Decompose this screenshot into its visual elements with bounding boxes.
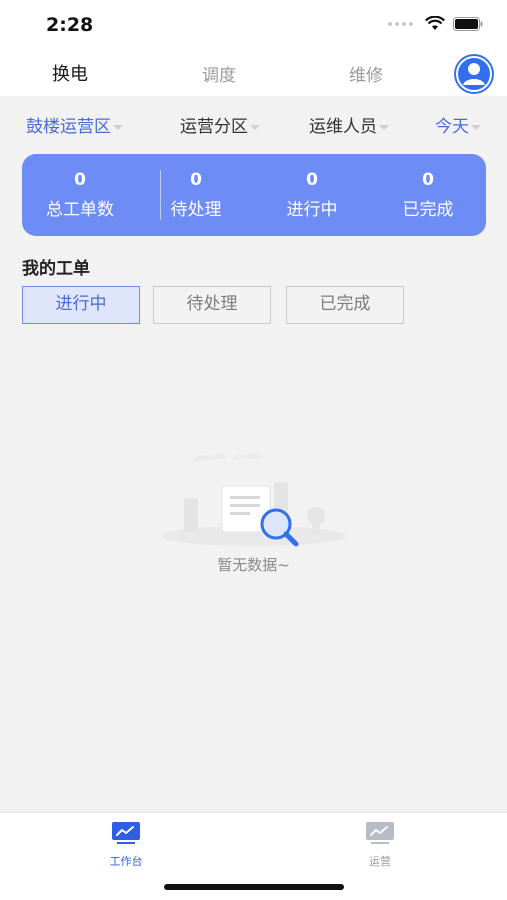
stat-value: 0 — [190, 170, 202, 190]
battery-icon — [453, 16, 483, 31]
bottom-tab-label: 运营 — [369, 855, 391, 868]
segment-pending[interactable]: 待处理 — [153, 286, 271, 324]
filter-sub-area[interactable]: 运营分区 — [180, 112, 260, 137]
status-bar: 2:28 — [0, 0, 507, 48]
operations-chart-icon — [365, 821, 395, 845]
chevron-down-icon — [113, 124, 123, 130]
stat-completed[interactable]: 0 已完成 — [370, 170, 486, 220]
chevron-down-icon — [379, 124, 389, 130]
stat-total-orders[interactable]: 0 总工单数 — [22, 170, 138, 220]
wifi-icon — [425, 16, 445, 30]
segment-in-progress[interactable]: 进行中 — [22, 286, 140, 324]
stat-value: 0 — [74, 170, 86, 190]
tab-dispatch[interactable]: 调度 — [202, 61, 236, 86]
top-nav: 换电 调度 维修 — [0, 48, 507, 96]
segment-completed[interactable]: 已完成 — [286, 286, 404, 324]
bottom-tab-label: 工作台 — [109, 855, 143, 868]
stats-card: 0 总工单数 0 待处理 0 进行中 0 已完成 — [22, 154, 486, 236]
stat-label: 进行中 — [286, 200, 338, 220]
tab-battery-swap[interactable]: 换电 — [52, 60, 88, 86]
stat-pending[interactable]: 0 待处理 — [138, 170, 254, 220]
chevron-down-icon — [471, 124, 481, 130]
user-avatar-icon[interactable] — [454, 54, 494, 94]
stat-label: 已完成 — [402, 200, 454, 220]
stat-value: 0 — [422, 170, 434, 190]
filter-staff-label: 运维人员 — [309, 117, 377, 137]
stat-label: 总工单数 — [46, 200, 114, 220]
stat-label: 待处理 — [170, 200, 222, 220]
bottom-tab-operations[interactable]: 运营 — [340, 821, 420, 869]
filter-staff[interactable]: 运维人员 — [309, 112, 389, 137]
empty-state-text: 暂无数据~ — [217, 556, 290, 574]
filter-operation-area[interactable]: 鼓楼运营区 — [26, 112, 123, 137]
filter-sub-area-label: 运营分区 — [180, 117, 248, 137]
filter-bar: 鼓楼运营区 运营分区 运维人员 今天 — [0, 106, 507, 140]
stat-value: 0 — [306, 170, 318, 190]
filter-operation-area-label: 鼓楼运营区 — [26, 117, 111, 137]
status-icons — [388, 16, 483, 31]
tab-repair[interactable]: 维修 — [349, 61, 383, 86]
bottom-tab-workbench[interactable]: 工作台 — [86, 821, 166, 869]
filter-date-label: 今天 — [435, 117, 469, 137]
section-title-my-orders: 我的工单 — [22, 259, 90, 279]
chevron-down-icon — [250, 124, 260, 130]
stat-in-progress[interactable]: 0 进行中 — [254, 170, 370, 220]
filter-date[interactable]: 今天 — [435, 112, 481, 137]
signal-dots-icon — [388, 21, 413, 26]
status-time: 2:28 — [46, 14, 94, 36]
workbench-chart-icon — [111, 821, 141, 845]
magnifier-document-icon — [152, 440, 356, 552]
home-indicator[interactable] — [164, 884, 344, 890]
